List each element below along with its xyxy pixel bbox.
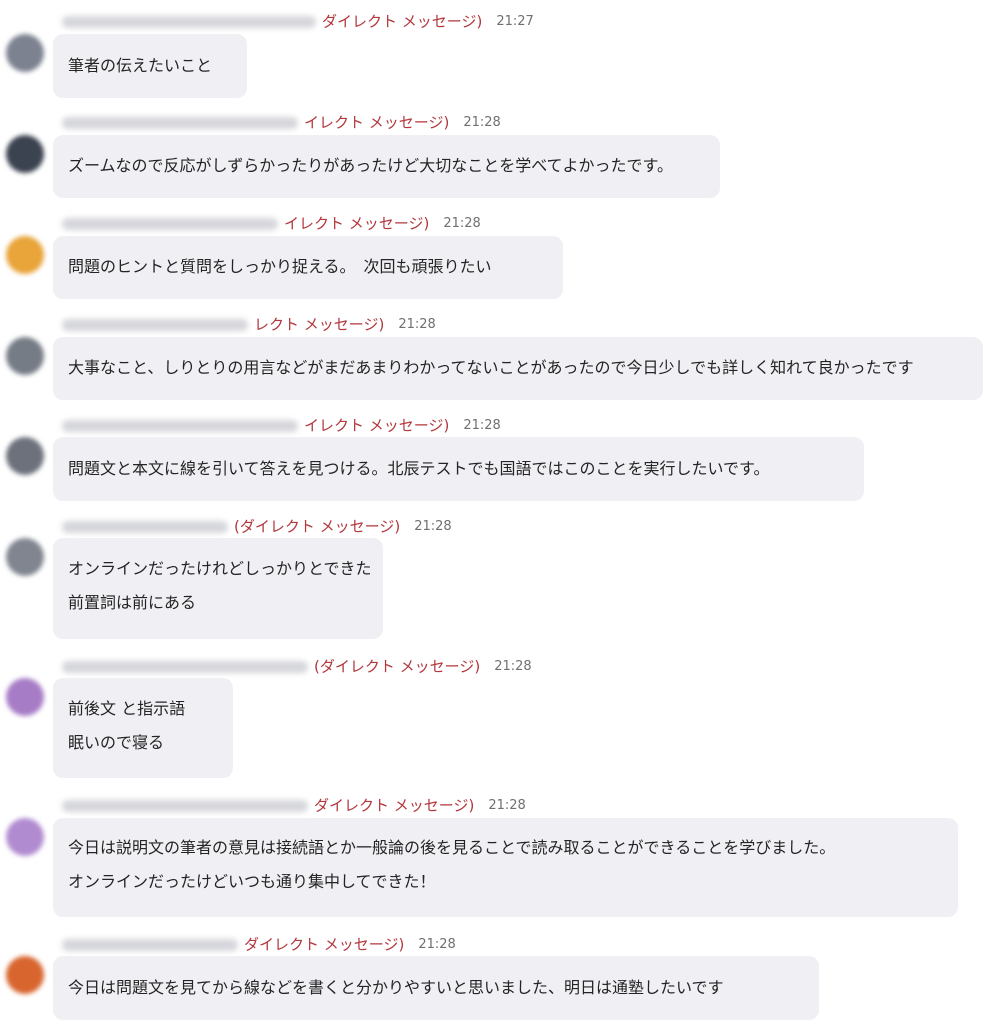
message-text: 今日は説明文の筆者の意見は接続語とか一般論の後を見ることで読み取ることができるこ… — [68, 838, 836, 857]
message-text: 今日は問題文を見てから線などを書くと分かりやすいと思いました、明日は通塾したいで… — [68, 978, 724, 997]
message-text: 問題のヒントと質問をしっかり捉える。 次回も頑張りたい — [68, 257, 492, 276]
message-bubble[interactable]: オンラインだったけれどしっかりとできた 前置詞は前にある — [53, 538, 383, 639]
timestamp: 21:27 — [496, 13, 534, 29]
direct-message-label: イレクト メッセージ) — [284, 214, 430, 233]
message-header: イレクト メッセージ) 21:28 — [62, 414, 501, 436]
timestamp: 21:28 — [488, 797, 526, 813]
avatar[interactable] — [6, 34, 44, 72]
message-text: 大事なこと、しりとりの用言などがまだあまりわかってないことがあったので今日少しで… — [68, 358, 914, 377]
timestamp: 21:28 — [414, 518, 452, 534]
message-bubble[interactable]: 問題のヒントと質問をしっかり捉える。 次回も頑張りたい — [53, 236, 563, 299]
sender-name-redacted — [62, 799, 308, 812]
message-header: ダイレクト メッセージ) 21:28 — [62, 933, 456, 955]
direct-message-label: ダイレクト メッセージ) — [322, 12, 483, 31]
message-bubble[interactable]: 今日は問題文を見てから線などを書くと分かりやすいと思いました、明日は通塾したいで… — [53, 956, 819, 1020]
direct-message-label: イレクト メッセージ) — [304, 113, 450, 132]
direct-message-label: (ダイレクト メッセージ) — [314, 657, 481, 676]
timestamp: 21:28 — [398, 316, 436, 332]
sender-name-redacted — [62, 660, 308, 673]
message-bubble[interactable]: 問題文と本文に線を引いて答えを見つける。北辰テストでも国語ではこのことを実行した… — [53, 437, 864, 501]
direct-message-label: ダイレクト メッセージ) — [314, 796, 475, 815]
message-bubble[interactable]: ズームなので反応がしずらかったりがあったけど大切なことを学べてよかったです。 — [53, 135, 720, 198]
message-header: (ダイレクト メッセージ) 21:28 — [62, 655, 532, 677]
message-header: イレクト メッセージ) 21:28 — [62, 212, 481, 234]
avatar[interactable] — [6, 538, 44, 576]
sender-name-redacted — [62, 15, 316, 28]
message-header: (ダイレクト メッセージ) 21:28 — [62, 515, 452, 537]
sender-name-redacted — [62, 520, 228, 533]
timestamp: 21:28 — [463, 417, 501, 433]
sender-name-redacted — [62, 116, 298, 129]
avatar[interactable] — [6, 437, 44, 475]
message-bubble[interactable]: 大事なこと、しりとりの用言などがまだあまりわかってないことがあったので今日少しで… — [53, 337, 983, 400]
message-text: ズームなので反応がしずらかったりがあったけど大切なことを学べてよかったです。 — [68, 156, 673, 175]
message-bubble[interactable]: 今日は説明文の筆者の意見は接続語とか一般論の後を見ることで読み取ることができるこ… — [53, 818, 958, 917]
avatar[interactable] — [6, 135, 44, 173]
avatar[interactable] — [6, 818, 44, 856]
message-header: ダイレクト メッセージ) 21:27 — [62, 10, 534, 32]
message-text: 前置詞は前にある — [68, 593, 197, 612]
sender-name-redacted — [62, 318, 248, 331]
avatar[interactable] — [6, 678, 44, 716]
message-text: 眠いので寝る — [68, 733, 165, 752]
message-bubble[interactable]: 前後文 と指示語 眠いので寝る — [53, 678, 233, 778]
direct-message-label: (ダイレクト メッセージ) — [234, 517, 401, 536]
message-text: オンラインだったけどいつも通り集中してできた！ — [68, 872, 436, 891]
avatar[interactable] — [6, 956, 44, 994]
message-bubble[interactable]: 筆者の伝えたいこと — [53, 34, 247, 98]
sender-name-redacted — [62, 419, 298, 432]
timestamp: 21:28 — [463, 114, 501, 130]
avatar[interactable] — [6, 337, 44, 375]
message-header: レクト メッセージ) 21:28 — [62, 313, 436, 335]
message-text: オンラインだったけれどしっかりとできた — [68, 559, 372, 578]
timestamp: 21:28 — [418, 936, 456, 952]
message-text: 前後文 と指示語 — [68, 699, 186, 718]
message-text: 問題文と本文に線を引いて答えを見つける。北辰テストでも国語ではこのことを実行した… — [68, 459, 770, 478]
message-text: 筆者の伝えたいこと — [68, 56, 213, 75]
sender-name-redacted — [62, 217, 278, 230]
avatar[interactable] — [6, 236, 44, 274]
sender-name-redacted — [62, 938, 238, 951]
direct-message-label: ダイレクト メッセージ) — [244, 935, 405, 954]
timestamp: 21:28 — [494, 658, 532, 674]
timestamp: 21:28 — [443, 215, 481, 231]
message-header: イレクト メッセージ) 21:28 — [62, 111, 501, 133]
direct-message-label: イレクト メッセージ) — [304, 416, 450, 435]
direct-message-label: レクト メッセージ) — [254, 315, 385, 334]
message-header: ダイレクト メッセージ) 21:28 — [62, 794, 526, 816]
